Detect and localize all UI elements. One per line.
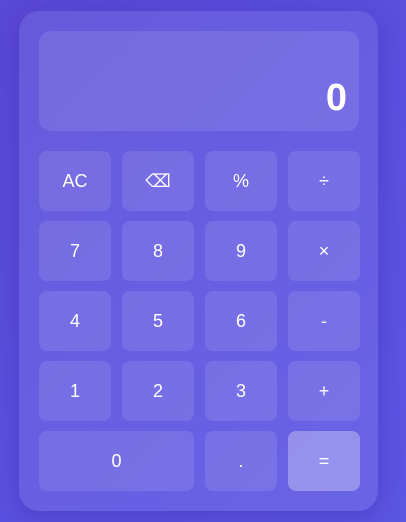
digit-9-button[interactable]: 9 — [205, 221, 277, 281]
digit-6-button[interactable]: 6 — [205, 291, 277, 351]
decimal-button[interactable]: . — [205, 431, 277, 491]
digit-5-button[interactable]: 5 — [122, 291, 194, 351]
add-button[interactable]: + — [288, 361, 360, 421]
digit-2-button[interactable]: 2 — [122, 361, 194, 421]
digit-3-button[interactable]: 3 — [205, 361, 277, 421]
equals-button[interactable]: = — [288, 431, 360, 491]
calculator: 0 AC ⌫ % ÷ 7 8 9 × 4 5 6 - 1 2 3 + 0 . = — [19, 11, 378, 511]
multiply-button[interactable]: × — [288, 221, 360, 281]
subtract-button[interactable]: - — [288, 291, 360, 351]
display: 0 — [39, 31, 359, 131]
divide-button[interactable]: ÷ — [288, 151, 360, 211]
digit-4-button[interactable]: 4 — [39, 291, 111, 351]
display-value: 0 — [325, 77, 347, 119]
percent-button[interactable]: % — [205, 151, 277, 211]
digit-7-button[interactable]: 7 — [39, 221, 111, 281]
backspace-button[interactable]: ⌫ — [122, 151, 194, 211]
keypad: AC ⌫ % ÷ 7 8 9 × 4 5 6 - 1 2 3 + 0 . = — [39, 151, 360, 491]
digit-8-button[interactable]: 8 — [122, 221, 194, 281]
backspace-icon: ⌫ — [145, 170, 171, 191]
clear-button[interactable]: AC — [39, 151, 111, 211]
digit-1-button[interactable]: 1 — [39, 361, 111, 421]
digit-0-button[interactable]: 0 — [39, 431, 194, 491]
